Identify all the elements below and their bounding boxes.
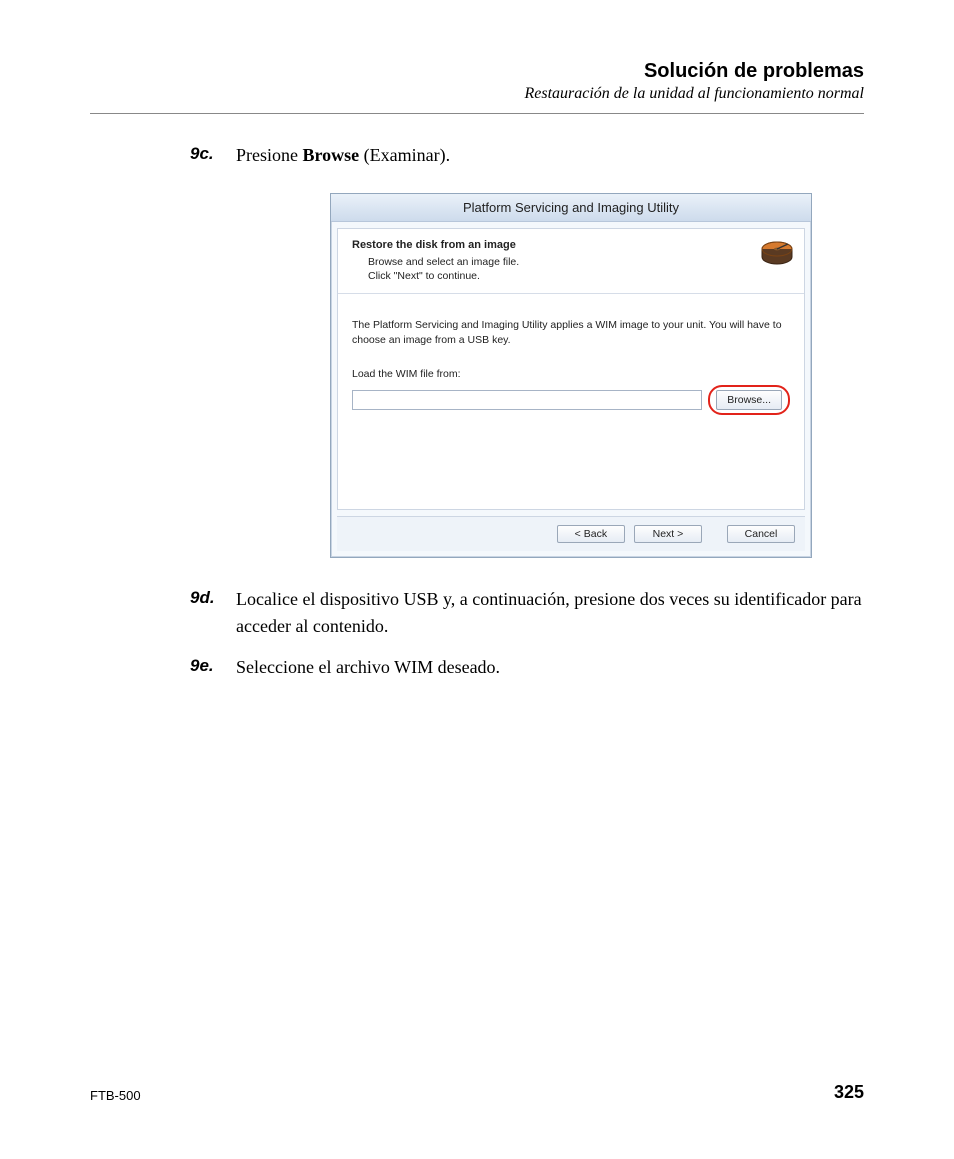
text-pre: Presione <box>236 145 303 165</box>
page-footer: FTB-500 325 <box>90 1082 864 1103</box>
step-9c: 9c. Presione Browse (Examinar). <box>190 142 864 169</box>
step-number: 9d. <box>190 586 236 608</box>
wizard-header-panel: Restore the disk from an image Browse an… <box>338 229 804 294</box>
back-button[interactable]: < Back <box>557 525 625 543</box>
wizard-window: Platform Servicing and Imaging Utility R… <box>330 193 812 558</box>
wizard-titlebar: Platform Servicing and Imaging Utility <box>331 194 811 222</box>
disk-icon <box>760 239 794 272</box>
step-number: 9e. <box>190 654 236 676</box>
wizard-footer: < Back Next > Cancel <box>337 516 805 551</box>
wim-path-input[interactable] <box>352 390 702 410</box>
text-bold: Browse <box>303 145 360 165</box>
step-number: 9c. <box>190 142 236 164</box>
product-model: FTB-500 <box>90 1088 141 1103</box>
text-post: (Examinar). <box>359 145 450 165</box>
wizard-step-title: Restore the disk from an image <box>352 239 734 251</box>
highlight-ring: Browse... <box>708 385 790 415</box>
wizard-description: The Platform Servicing and Imaging Utili… <box>352 318 790 346</box>
browse-button[interactable]: Browse... <box>716 390 782 410</box>
step-text: Localice el dispositivo USB y, a continu… <box>236 586 864 640</box>
step-9e: 9e. Seleccione el archivo WIM deseado. <box>190 654 864 681</box>
wizard-content: The Platform Servicing and Imaging Utili… <box>338 294 804 425</box>
file-row: Browse... <box>352 385 790 415</box>
document-page: Solución de problemas Restauración de la… <box>0 0 954 1159</box>
page-number: 325 <box>834 1082 864 1103</box>
wizard-body: Restore the disk from an image Browse an… <box>337 228 805 510</box>
wizard-step-line: Click "Next" to continue. <box>368 269 734 283</box>
wizard-step-line: Browse and select an image file. <box>368 255 734 269</box>
wizard-screenshot: Platform Servicing and Imaging Utility R… <box>330 193 864 558</box>
cancel-button[interactable]: Cancel <box>727 525 795 543</box>
step-text: Presione Browse (Examinar). <box>236 142 450 169</box>
page-header: Solución de problemas Restauración de la… <box>90 60 864 103</box>
step-9d: 9d. Localice el dispositivo USB y, a con… <box>190 586 864 640</box>
header-rule <box>90 113 864 114</box>
section-subtitle: Restauración de la unidad al funcionamie… <box>90 85 864 103</box>
next-button[interactable]: Next > <box>634 525 702 543</box>
step-text: Seleccione el archivo WIM deseado. <box>236 654 500 681</box>
file-field-label: Load the WIM file from: <box>352 367 790 381</box>
section-title: Solución de problemas <box>90 60 864 83</box>
